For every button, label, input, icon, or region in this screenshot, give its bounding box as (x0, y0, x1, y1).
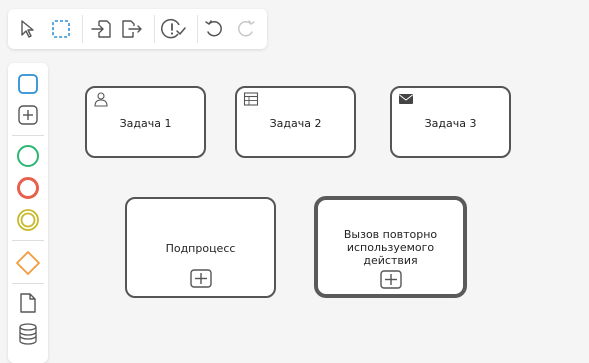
toolbar-divider (82, 15, 83, 43)
subprocess[interactable]: Подпроцесс (125, 197, 276, 298)
task-1-label: Задача 1 (119, 117, 172, 130)
undo-icon[interactable] (204, 19, 224, 39)
select-tool-icon[interactable] (19, 19, 37, 39)
task-3[interactable]: Задача 3 (390, 86, 511, 158)
validate-icon[interactable] (161, 17, 187, 41)
shape-palette (8, 63, 48, 363)
toolbar-divider (197, 15, 198, 43)
marquee-select-tool-icon[interactable] (51, 19, 71, 39)
task-1[interactable]: Задача 1 (85, 86, 206, 158)
task-2-label: Задача 2 (269, 117, 322, 130)
subprocess-label: Подпроцесс (165, 242, 236, 255)
end-event-icon[interactable] (16, 176, 40, 200)
call-activity[interactable]: Вызов повторно используемого действия (314, 196, 467, 298)
expand-marker-icon (379, 270, 402, 294)
palette-divider (12, 283, 44, 284)
table-icon (243, 91, 259, 111)
user-icon (93, 91, 109, 111)
toolbar-divider (154, 15, 155, 43)
top-toolbar (8, 9, 267, 49)
data-store-icon[interactable] (17, 322, 39, 346)
palette-divider (12, 135, 44, 136)
export-icon[interactable] (120, 18, 144, 40)
start-event-icon[interactable] (16, 144, 40, 168)
redo-icon[interactable] (236, 19, 256, 39)
import-icon[interactable] (90, 18, 112, 40)
intermediate-event-icon[interactable] (16, 208, 40, 232)
palette-divider (12, 240, 44, 241)
subprocess-shape-icon[interactable] (17, 104, 39, 126)
task-3-label: Задача 3 (424, 117, 477, 130)
data-object-icon[interactable] (19, 292, 37, 314)
expand-marker-icon (189, 269, 212, 293)
envelope-icon (398, 91, 414, 111)
task-2[interactable]: Задача 2 (235, 86, 356, 158)
call-activity-label: Вызов повторно используемого действия (343, 228, 438, 267)
task-shape-icon[interactable] (17, 73, 39, 95)
gateway-icon[interactable] (15, 250, 41, 276)
